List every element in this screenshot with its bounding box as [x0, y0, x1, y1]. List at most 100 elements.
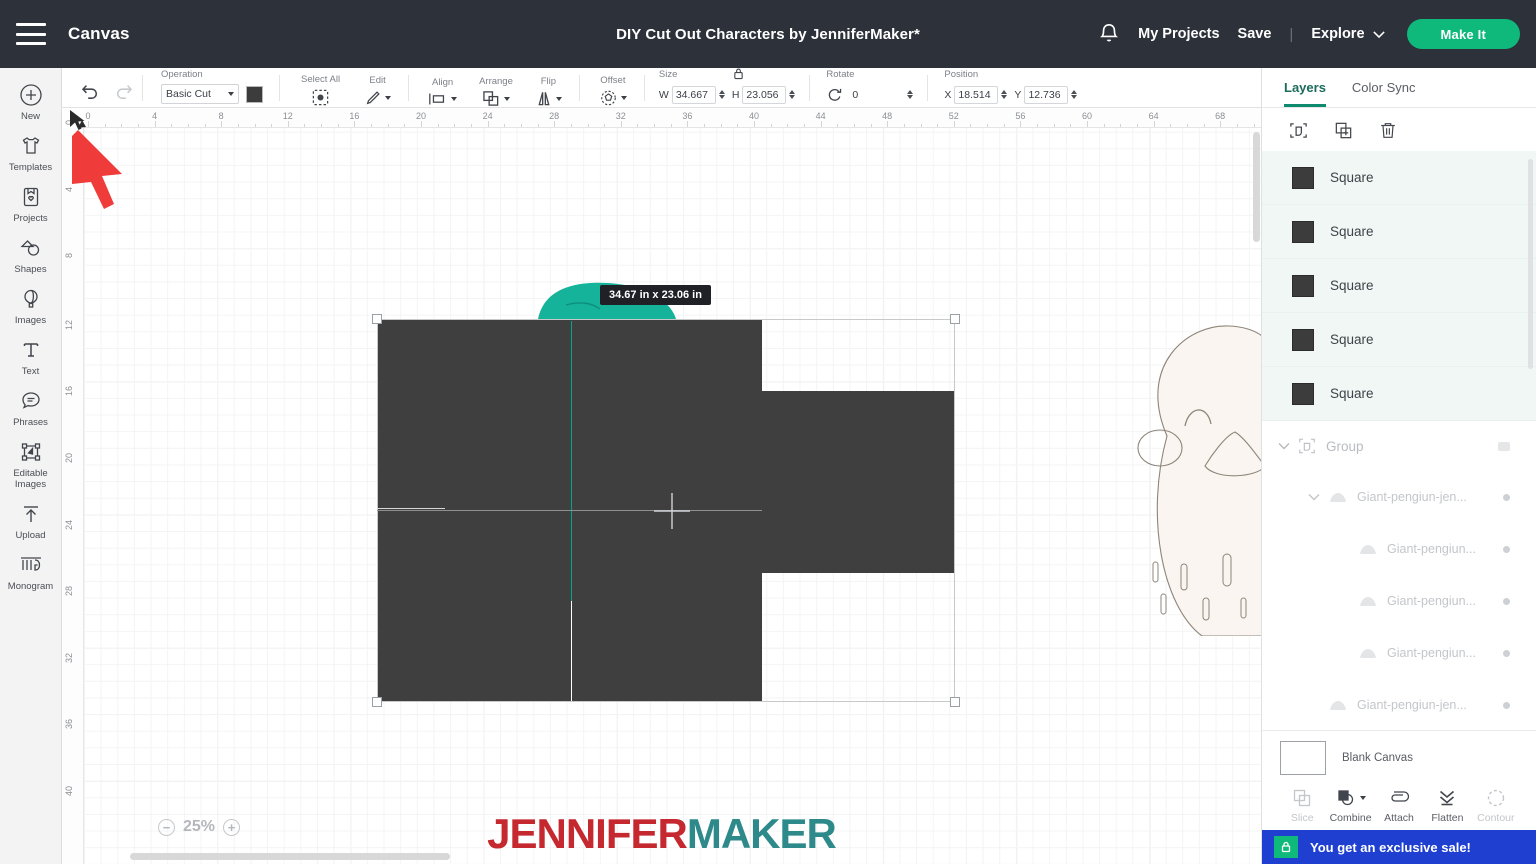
- redo-icon[interactable]: [114, 82, 134, 100]
- layer-group-row[interactable]: Group: [1262, 421, 1536, 471]
- combine-button[interactable]: Combine: [1326, 787, 1374, 824]
- position-x-field[interactable]: X 18.514: [944, 85, 1008, 104]
- flatten-button[interactable]: Flatten: [1423, 787, 1471, 824]
- height-stepper[interactable]: [789, 90, 796, 99]
- align-button[interactable]: Align: [423, 77, 462, 107]
- operation-color-swatch[interactable]: [246, 85, 263, 103]
- ruler-h-minor-tick: [903, 124, 905, 127]
- zoom-out-icon[interactable]: −: [158, 818, 175, 836]
- undo-icon[interactable]: [80, 82, 100, 100]
- layer-visibility-dot[interactable]: [1503, 493, 1510, 501]
- contour-button[interactable]: Contour: [1472, 787, 1520, 824]
- height-label: H: [731, 88, 740, 101]
- x-stepper[interactable]: [1001, 90, 1008, 99]
- slice-button[interactable]: Slice: [1278, 787, 1326, 824]
- chevron-down-icon[interactable]: [1308, 493, 1320, 501]
- notification-bell-icon[interactable]: [1096, 21, 1122, 47]
- width-stepper[interactable]: [718, 90, 725, 99]
- blank-canvas-row[interactable]: Blank Canvas: [1262, 730, 1536, 783]
- layer-visibility-dot[interactable]: [1503, 701, 1510, 709]
- group-visibility-icon[interactable]: [1498, 441, 1510, 451]
- layer-visibility-dot[interactable]: [1503, 649, 1510, 657]
- sidebar-item-images[interactable]: Images: [0, 280, 62, 331]
- resize-handle-bl[interactable]: [372, 697, 382, 707]
- my-projects-link[interactable]: My Projects: [1138, 26, 1219, 42]
- width-label: W: [658, 88, 669, 101]
- resize-handle-tr[interactable]: [950, 314, 960, 324]
- blank-canvas-swatch[interactable]: [1280, 741, 1326, 775]
- rotate-stepper[interactable]: [907, 90, 914, 99]
- width-input[interactable]: 34.667: [671, 85, 716, 104]
- sidebar-label-new: New: [20, 111, 40, 122]
- explore-dropdown[interactable]: Explore: [1311, 26, 1385, 42]
- sidebar-item-projects[interactable]: Projects: [0, 178, 62, 229]
- layer-row[interactable]: Square: [1262, 259, 1536, 313]
- horizontal-scrollbar[interactable]: [130, 853, 450, 860]
- make-it-button[interactable]: Make It: [1406, 19, 1520, 49]
- zoom-in-icon[interactable]: +: [223, 818, 241, 836]
- layer-row[interactable]: Square: [1262, 313, 1536, 367]
- trash-icon[interactable]: [1378, 120, 1398, 141]
- operation-select[interactable]: Basic Cut: [161, 84, 239, 104]
- size-width-field[interactable]: W 34.667: [658, 85, 725, 104]
- select-all-button[interactable]: Select All: [296, 74, 345, 107]
- sidebar-item-phrases[interactable]: Phrases: [0, 382, 62, 433]
- y-stepper[interactable]: [1071, 90, 1078, 99]
- layer-color-swatch[interactable]: [1292, 166, 1314, 189]
- tab-layers[interactable]: Layers: [1284, 80, 1326, 107]
- height-input[interactable]: 23.056: [742, 85, 787, 104]
- layer-list-scrollbar[interactable]: [1528, 159, 1533, 369]
- offset-button[interactable]: Offset: [594, 75, 632, 107]
- vertical-scrollbar[interactable]: [1253, 132, 1260, 242]
- layer-sub-row[interactable]: Giant-pengiun-jen...: [1262, 471, 1536, 523]
- resize-handle-br[interactable]: [950, 697, 960, 707]
- layer-color-swatch[interactable]: [1292, 220, 1314, 243]
- ruler-h-minor-tick: [1020, 121, 1022, 127]
- sidebar-item-new[interactable]: New: [0, 76, 62, 127]
- save-button[interactable]: Save: [1238, 26, 1272, 42]
- penguin-shape[interactable]: [1107, 306, 1261, 636]
- layer-color-swatch[interactable]: [1292, 328, 1314, 351]
- rotate-icon[interactable]: [826, 86, 843, 103]
- chevron-down-icon[interactable]: [1278, 442, 1290, 450]
- position-y-field[interactable]: Y 12.736: [1014, 85, 1078, 104]
- attach-button[interactable]: Attach: [1375, 787, 1423, 824]
- tab-color-sync[interactable]: Color Sync: [1352, 80, 1416, 107]
- ruler-h-minor-tick: [554, 121, 556, 127]
- layer-row[interactable]: Square: [1262, 151, 1536, 205]
- layer-visibility-dot[interactable]: [1503, 545, 1510, 553]
- promo-banner[interactable]: You get an exclusive sale!: [1262, 830, 1536, 864]
- ruler-h-minor-tick: [1136, 124, 1138, 127]
- layer-list[interactable]: Square Square Square Square Square Group Giant…: [1262, 151, 1536, 730]
- sidebar-item-upload[interactable]: Upload: [0, 495, 62, 546]
- arrange-button[interactable]: Arrange: [474, 76, 518, 107]
- x-input[interactable]: 18.514: [954, 85, 999, 104]
- sidebar-item-monogram[interactable]: Monogram: [0, 546, 62, 597]
- sidebar-item-shapes[interactable]: Shapes: [0, 229, 62, 280]
- layer-sub-row[interactable]: Giant-pengiun...: [1262, 627, 1536, 679]
- design-canvas[interactable]: 34.67 in x 23.06 in JENNIFERMAKER 0 4 8 12 1…: [62, 108, 1261, 864]
- position-group: Position X 18.514 Y 12.736: [944, 67, 1078, 107]
- duplicate-icon[interactable]: [1333, 120, 1354, 141]
- sidebar-item-text[interactable]: Text: [0, 331, 62, 382]
- hamburger-menu-icon[interactable]: [16, 23, 46, 45]
- layer-visibility-dot[interactable]: [1503, 597, 1510, 605]
- edit-button[interactable]: Edit: [359, 75, 396, 107]
- resize-handle-tl[interactable]: [372, 314, 382, 324]
- y-input[interactable]: 12.736: [1024, 85, 1069, 104]
- flip-button[interactable]: Flip: [530, 76, 567, 107]
- sidebar-item-templates[interactable]: Templates: [0, 127, 62, 178]
- layer-color-swatch[interactable]: [1292, 382, 1314, 405]
- layer-row[interactable]: Square: [1262, 205, 1536, 259]
- layer-sub-row[interactable]: Giant-pengiun...: [1262, 575, 1536, 627]
- rotate-input[interactable]: 0: [849, 85, 902, 104]
- layer-row[interactable]: Square: [1262, 367, 1536, 421]
- layer-color-swatch[interactable]: [1292, 274, 1314, 297]
- size-height-field[interactable]: H 23.056: [731, 85, 796, 104]
- lock-icon[interactable]: [733, 67, 744, 83]
- group-select-icon[interactable]: [1288, 120, 1309, 141]
- ruler-h-minor-tick: [570, 124, 572, 127]
- layer-sub-row[interactable]: Giant-pengiun...: [1262, 523, 1536, 575]
- sidebar-item-editable-images[interactable]: Editable Images: [0, 433, 62, 495]
- layer-sub-row[interactable]: Giant-pengiun-jen...: [1262, 679, 1536, 730]
